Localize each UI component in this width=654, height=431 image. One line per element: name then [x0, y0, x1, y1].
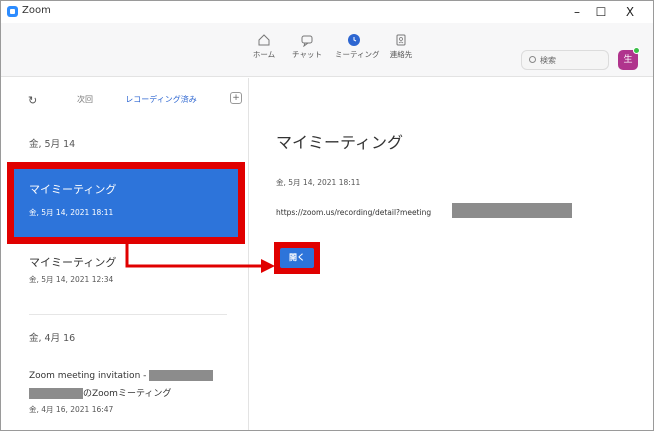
redacted-block	[149, 370, 214, 381]
list-item[interactable]: Zoom meeting invitation - のZoomミーティング 金,…	[14, 362, 238, 422]
chat-icon	[301, 35, 313, 47]
nav-meetings-label: ミーティング	[335, 50, 380, 59]
detail-title: マイミーティング	[276, 133, 404, 152]
highlight-box: 開く	[274, 242, 320, 274]
meeting-list-panel: ↻ 次回 レコーディング済み + 金, 5月 14 マイミーティング 金, 5月…	[1, 78, 249, 430]
nav-contacts[interactable]: 連絡先	[382, 28, 420, 72]
search-input[interactable]: 検索	[521, 50, 609, 70]
minimize-button[interactable]: –	[566, 3, 588, 21]
maximize-button[interactable]: ☐	[590, 3, 612, 21]
list-item-date: 金, 5月 14, 2021 12:34	[29, 275, 114, 284]
search-placeholder: 検索	[540, 56, 556, 65]
tab-recorded[interactable]: レコーディング済み	[123, 91, 199, 109]
add-icon[interactable]: +	[230, 92, 242, 104]
zoom-logo-icon	[7, 6, 18, 17]
list-item-title-line2: のZoomミーティング	[29, 386, 171, 399]
tab-upcoming[interactable]: 次回	[65, 94, 105, 105]
meeting-detail-panel: マイミーティング 金, 5月 14, 2021 18:11 https://zo…	[250, 78, 653, 430]
home-icon	[258, 34, 270, 46]
list-item-date: 金, 5月 14, 2021 18:11	[29, 208, 114, 217]
window-title: Zoom	[22, 5, 51, 16]
redacted-block	[29, 388, 83, 399]
redacted-block	[452, 203, 572, 218]
nav-chat-label: チャット	[292, 50, 322, 59]
open-button[interactable]: 開く	[280, 248, 314, 268]
detail-recording-url[interactable]: https://zoom.us/recording/detail?meeting	[276, 208, 431, 217]
title-suffix: のZoomミーティング	[83, 389, 172, 399]
title-prefix: Zoom meeting invitation -	[29, 371, 147, 381]
search-icon	[529, 56, 536, 63]
nav-home[interactable]: ホーム	[245, 28, 283, 72]
contacts-icon	[396, 34, 406, 46]
nav-meetings[interactable]: ミーティング	[335, 28, 380, 72]
list-item-selected[interactable]: マイミーティング 金, 5月 14, 2021 18:11	[7, 162, 245, 244]
refresh-icon[interactable]: ↻	[28, 94, 37, 107]
list-item-date: 金, 4月 16, 2021 16:47	[29, 405, 114, 414]
zoom-window: Zoom – ☐ X ホーム チャット ミーティング 連絡先 検索 生 ↻ 次回…	[0, 0, 654, 431]
status-indicator-icon	[633, 47, 640, 54]
date-group-header: 金, 4月 16	[29, 333, 76, 344]
close-button[interactable]: X	[619, 3, 641, 21]
nav-contacts-label: 連絡先	[389, 50, 413, 59]
detail-date: 金, 5月 14, 2021 18:11	[276, 178, 361, 187]
nav-chat[interactable]: チャット	[288, 28, 326, 72]
list-item-title: マイミーティング	[29, 256, 117, 269]
divider	[29, 314, 227, 315]
list-item[interactable]: マイミーティング 金, 5月 14, 2021 12:34	[14, 246, 238, 301]
clock-icon	[348, 34, 360, 46]
top-nav-bar: ホーム チャット ミーティング 連絡先 検索 生	[1, 23, 653, 77]
list-item-title-line1: Zoom meeting invitation -	[29, 370, 214, 381]
nav-home-label: ホーム	[252, 50, 276, 59]
list-item-title: マイミーティング	[29, 183, 117, 196]
title-bar: Zoom – ☐ X	[1, 1, 653, 23]
date-group-header: 金, 5月 14	[29, 139, 76, 150]
